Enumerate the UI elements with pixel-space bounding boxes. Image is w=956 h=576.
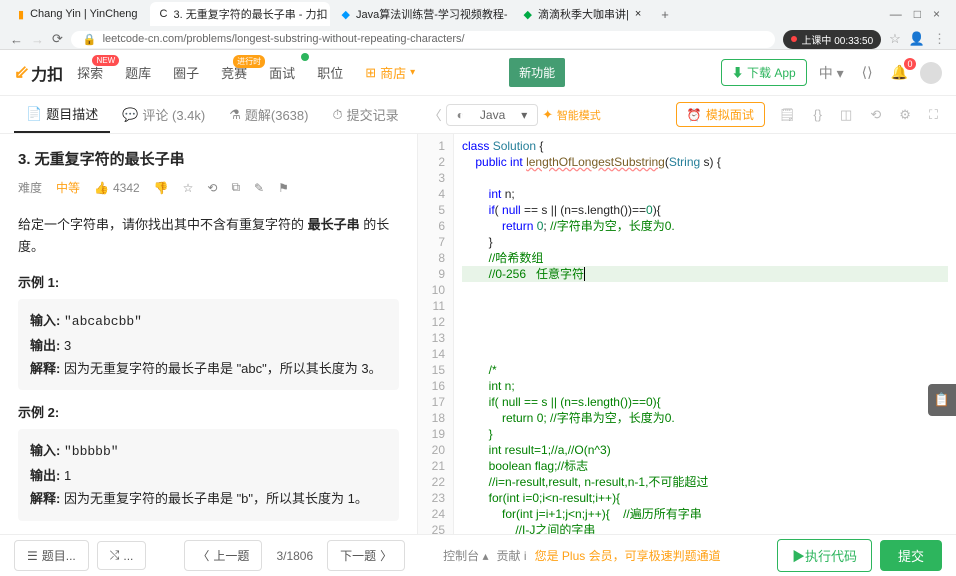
back-icon[interactable]: ← (10, 32, 23, 47)
browser-tab[interactable]: ◆Java算法训练营-学习视频教程-× (332, 2, 512, 26)
next-problem-button[interactable]: 下一题 〉 (327, 540, 405, 571)
tab-comments[interactable]: 💬 评论 (3.4k) (110, 97, 217, 132)
share-icon[interactable]: ⟲ (207, 181, 217, 195)
download-app-button[interactable]: ⬇ 下载 App (721, 59, 807, 86)
tab-solutions[interactable]: ⚗ 题解(3638) (217, 97, 320, 132)
browser-chrome: ▮Chang Yin | YinCheng C3. 无重复字符的最长子串 - 力… (0, 0, 956, 50)
example-box: 输入: "bbbbb"输出: 1解释: 因为无重复字符的最长子串是 "b"，所以… (18, 429, 399, 520)
submit-button[interactable]: 提交 (880, 540, 942, 571)
lang-switch[interactable]: 中 ▾ (813, 59, 850, 87)
forward-icon: → (31, 32, 44, 47)
star-icon[interactable]: ☆ (889, 31, 901, 47)
side-clipboard-icon[interactable]: 📋 (928, 384, 956, 416)
page-indicator: 3/1806 (270, 549, 319, 563)
difficulty-value: 中等 (56, 179, 80, 196)
logo[interactable]: ⇙力扣 (14, 61, 63, 85)
example-title: 示例 2: (18, 402, 399, 421)
playground-icon[interactable]: ⟨⟩ (856, 60, 879, 85)
browser-tab[interactable]: ▮Chang Yin | YinCheng (8, 4, 148, 25)
nav-contest[interactable]: 竞赛进行时 (213, 59, 255, 86)
description-panel: 3. 无重复字符的最长子串 难度 中等 👍 4342 👎 ☆ ⟲ ⧉ ✎ ⚑ 给… (0, 134, 418, 534)
example-title: 示例 3: (18, 533, 399, 534)
example-title: 示例 1: (18, 272, 399, 291)
bookmark-icon[interactable]: ◫ (836, 105, 856, 125)
bell-icon[interactable]: 🔔0 (885, 60, 914, 85)
tab-submissions[interactable]: ⏱ 提交记录 (320, 97, 410, 132)
fullscreen-icon[interactable]: ⛶ (925, 105, 942, 125)
nav-circle[interactable]: 圈子 (165, 59, 207, 86)
shuffle-button[interactable]: ⤭ ... (97, 541, 147, 570)
nav-explore[interactable]: 探索NEW (69, 59, 111, 86)
problem-tabs: 📄 题目描述 💬 评论 (3.4k) ⚗ 题解(3638) ⏱ 提交记录 〈 ◐… (0, 96, 956, 134)
favorite-icon[interactable]: ☆ (183, 181, 194, 195)
mock-interview-button[interactable]: ⏰ 模拟面试 (676, 102, 765, 127)
profile-icon[interactable]: 👤 (909, 31, 925, 47)
address-bar[interactable]: 🔒leetcode-cn.com/problems/longest-substr… (71, 31, 776, 48)
like-button[interactable]: 👍 4342 (94, 181, 140, 195)
reload-icon[interactable]: ⟳ (52, 31, 63, 47)
prev-problem-button[interactable]: 〈 上一题 (184, 540, 262, 571)
settings-icon[interactable]: ⚙ (895, 105, 915, 125)
browser-tab-active[interactable]: C3. 无重复字符的最长子串 - 力扣× (150, 2, 330, 26)
line-gutter: 1234567891011121314151617181920212223242… (418, 134, 454, 534)
code-area[interactable]: class Solution { public int lengthOfLong… (454, 134, 956, 534)
dislike-button[interactable]: 👎 (154, 181, 169, 195)
problem-list-button[interactable]: ☰ 题目... (14, 540, 89, 571)
difficulty-label: 难度 (18, 179, 42, 196)
note-icon[interactable]: 🗒 (775, 105, 800, 125)
new-tab-button[interactable]: + (653, 7, 677, 22)
run-code-button[interactable]: ▶执行代码 (777, 539, 872, 572)
nav-interview[interactable]: 面试 (261, 59, 303, 86)
maximize-icon[interactable]: □ (914, 7, 921, 21)
problem-title: 3. 无重复字符的最长子串 (18, 148, 399, 169)
auto-icon[interactable]: ✦ 智能模式 (538, 105, 605, 125)
tab-description[interactable]: 📄 题目描述 (14, 96, 110, 133)
braces-icon[interactable]: {} (809, 105, 826, 124)
language-select[interactable]: ◐Java▾ (446, 104, 539, 126)
flag-icon[interactable]: ⚑ (278, 181, 289, 195)
reset-icon[interactable]: ⟲ (866, 105, 885, 125)
prev-arrow-icon[interactable]: 〈 (425, 103, 446, 126)
example-box: 输入: "abcabcbb"输出: 3解释: 因为无重复字符的最长子串是 "ab… (18, 299, 399, 390)
plus-message: 您是 Plus 会员，可享极速判题通道 (535, 547, 721, 564)
copy-icon[interactable]: ⧉ (231, 180, 240, 195)
nav-problems[interactable]: 题库 (117, 59, 159, 86)
avatar[interactable] (920, 62, 942, 84)
minimize-icon[interactable]: — (890, 7, 902, 21)
lock-icon: 🔒 (83, 33, 97, 46)
feedback-icon[interactable]: ✎ (254, 181, 264, 195)
top-navigation: ⇙力扣 探索NEW 题库 圈子 竞赛进行时 面试 职位 ⊞商店▾ 新功能 ⬇ 下… (0, 50, 956, 96)
nav-jobs[interactable]: 职位 (309, 59, 351, 86)
browser-tab[interactable]: ◆滴滴秋季大咖串讲|× (514, 2, 652, 26)
menu-icon[interactable]: ⋮ (933, 31, 946, 47)
code-editor[interactable]: 1234567891011121314151617181920212223242… (418, 134, 956, 534)
nav-store[interactable]: ⊞商店▾ (357, 59, 423, 86)
problem-description: 给定一个字符串，请你找出其中不含有重复字符的 最长子串 的长度。 (18, 214, 399, 258)
close-window-icon[interactable]: × (933, 7, 940, 21)
new-feature-badge[interactable]: 新功能 (509, 58, 565, 87)
recording-indicator[interactable]: 上课中 00:33:50 (783, 30, 881, 49)
console-link[interactable]: 控制台 ▴ (443, 547, 488, 564)
contribute-link[interactable]: 贡献 i (497, 547, 527, 564)
